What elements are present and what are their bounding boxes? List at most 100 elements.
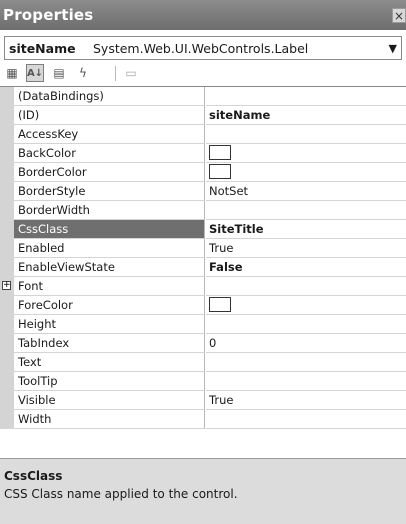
property-name[interactable]: (DataBindings) [14,87,205,106]
toolbar-separator [115,66,116,81]
property-row[interactable]: BorderStyle NotSet [0,182,406,201]
property-row[interactable]: ToolTip [0,372,406,391]
title-bar: Properties × [0,0,406,30]
property-value[interactable] [206,201,406,220]
properties-icon[interactable]: ▤ [50,64,68,82]
property-value[interactable]: SiteTitle [206,220,406,239]
property-name[interactable]: BorderWidth [14,201,205,220]
property-value[interactable] [206,296,406,315]
property-name[interactable]: Font [14,277,205,296]
property-name[interactable]: Enabled [14,239,205,258]
expand-icon[interactable]: + [2,281,11,290]
property-name[interactable]: ForeColor [14,296,205,315]
property-row[interactable]: Width [0,410,406,429]
property-value[interactable] [206,144,406,163]
property-row[interactable]: Height [0,315,406,334]
property-row[interactable]: ForeColor [0,296,406,315]
property-value-text: True [209,241,234,255]
property-value[interactable] [206,163,406,182]
property-value[interactable] [206,277,406,296]
row-margin [0,258,14,277]
property-row[interactable]: Text [0,353,406,372]
property-name[interactable]: CssClass [14,220,205,239]
property-pages-icon[interactable]: ▭ [122,64,140,82]
close-icon[interactable]: × [392,8,406,23]
description-text: CSS Class name applied to the control. [4,487,238,501]
property-row[interactable]: BorderColor [0,163,406,182]
property-row[interactable]: CssClass SiteTitle [0,220,406,239]
color-swatch[interactable] [209,297,231,312]
row-margin [0,372,14,391]
row-margin [0,220,14,239]
color-swatch[interactable] [209,164,231,179]
property-name[interactable]: Height [14,315,205,334]
events-icon[interactable]: ϟ [74,64,92,82]
property-row[interactable]: (DataBindings) [0,87,406,106]
property-row[interactable]: Enabled True [0,239,406,258]
dropdown-arrow-icon[interactable]: ▼ [389,42,397,55]
property-name[interactable]: BorderColor [14,163,205,182]
property-value[interactable] [206,87,406,106]
row-margin [0,410,14,429]
property-grid: (DataBindings) (ID) siteName AccessKey BackC… [0,86,406,443]
property-row[interactable]: (ID) siteName [0,106,406,125]
property-name[interactable]: BackColor [14,144,205,163]
property-row[interactable]: Visible True [0,391,406,410]
property-row[interactable]: EnableViewState False [0,258,406,277]
property-row[interactable]: AccessKey [0,125,406,144]
row-margin [0,144,14,163]
row-margin [0,201,14,220]
row-margin [0,163,14,182]
row-margin [0,334,14,353]
row-margin [0,315,14,334]
toolbar: ▦ A↓ ▤ ϟ ▭ [0,62,406,86]
color-swatch[interactable] [209,145,231,160]
property-value[interactable]: 0 [206,334,406,353]
row-margin [0,353,14,372]
property-row[interactable]: + Font [0,277,406,296]
property-value-text: siteName [209,108,271,122]
property-value[interactable] [206,372,406,391]
property-value-text: 0 [209,336,217,350]
row-margin [0,182,14,201]
object-name: siteName [9,41,76,56]
row-margin [0,106,14,125]
property-value[interactable]: False [206,258,406,277]
row-margin [0,239,14,258]
property-row[interactable]: BorderWidth [0,201,406,220]
property-value[interactable]: siteName [206,106,406,125]
property-value[interactable]: True [206,239,406,258]
description-pane: CssClass CSS Class name applied to the c… [0,458,406,524]
property-name[interactable]: AccessKey [14,125,205,144]
categorized-icon[interactable]: ▦ [3,64,21,82]
property-value-text: NotSet [209,184,249,198]
property-row[interactable]: BackColor [0,144,406,163]
row-margin [0,391,14,410]
alphabetical-icon[interactable]: A↓ [26,64,44,82]
property-row[interactable]: TabIndex 0 [0,334,406,353]
property-value-text: False [209,260,243,274]
property-value[interactable] [206,125,406,144]
property-name[interactable]: EnableViewState [14,258,205,277]
property-name[interactable]: ToolTip [14,372,205,391]
object-selector[interactable]: siteName System.Web.UI.WebControls.Label… [4,36,402,60]
property-name[interactable]: Text [14,353,205,372]
description-title: CssClass [4,469,63,483]
property-name[interactable]: BorderStyle [14,182,205,201]
property-value[interactable]: NotSet [206,182,406,201]
row-margin [0,296,14,315]
property-value-text: SiteTitle [209,222,264,236]
window-title: Properties [3,6,94,24]
property-name[interactable]: TabIndex [14,334,205,353]
property-name[interactable]: Width [14,410,205,429]
property-name[interactable]: Visible [14,391,205,410]
property-value[interactable] [206,315,406,334]
property-value[interactable] [206,410,406,429]
row-margin [0,87,14,106]
row-margin [0,125,14,144]
property-value[interactable] [206,353,406,372]
property-name[interactable]: (ID) [14,106,205,125]
property-value[interactable]: True [206,391,406,410]
object-type: System.Web.UI.WebControls.Label [93,41,309,56]
row-margin: + [0,277,14,296]
